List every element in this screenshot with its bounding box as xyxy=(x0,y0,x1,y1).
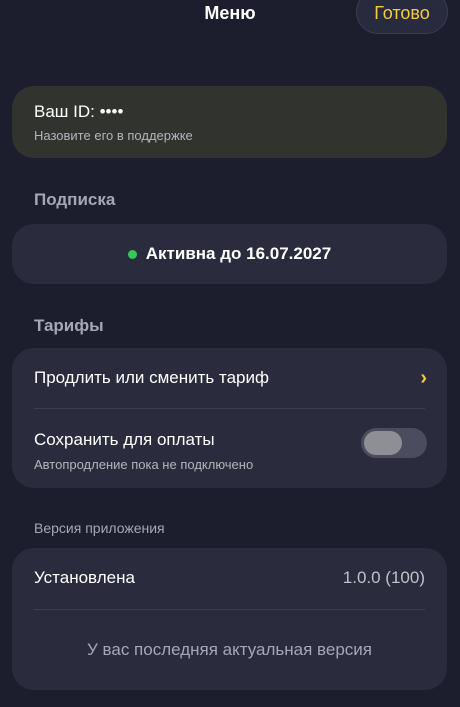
installed-version-row: Установлена 1.0.0 (100) xyxy=(34,548,425,608)
save-payment-toggle[interactable] xyxy=(361,428,427,458)
user-id-label: Ваш ID: •••• xyxy=(34,102,124,121)
user-id-card[interactable]: Ваш ID: •••• Назовите его в поддержке xyxy=(12,86,447,158)
change-tariff-row[interactable]: Продлить или сменить тариф › xyxy=(12,348,447,408)
installed-label: Установлена xyxy=(34,568,135,587)
installed-version-value: 1.0.0 (100) xyxy=(342,568,425,587)
change-tariff-label: Продлить или сменить тариф xyxy=(34,368,269,387)
divider xyxy=(34,408,425,409)
menu-screen: Меню Готово Ваш ID: •••• Назовите его в … xyxy=(0,0,460,707)
version-card: Установлена 1.0.0 (100) У вас последняя … xyxy=(12,548,447,690)
user-id-hint: Назовите его в поддержке xyxy=(34,128,193,143)
tariffs-card: Продлить или сменить тариф › Сохранить д… xyxy=(12,348,447,488)
status-dot-icon xyxy=(127,249,137,259)
version-section-title: Версия приложения xyxy=(34,520,165,536)
subscription-section-title: Подписка xyxy=(34,190,116,209)
tariffs-section-title: Тарифы xyxy=(34,316,104,335)
subscription-status: Активна до 16.07.2027 xyxy=(145,244,332,263)
subscription-status-card: Активна до 16.07.2027 xyxy=(12,224,447,284)
done-button[interactable]: Готово xyxy=(356,0,448,34)
save-payment-hint: Автопродление пока не подключено xyxy=(34,457,254,472)
chevron-right-icon: › xyxy=(420,366,427,389)
save-payment-row: Сохранить для оплаты Автопродление пока … xyxy=(12,420,447,480)
divider xyxy=(34,609,425,610)
toggle-knob xyxy=(364,431,402,455)
top-bar: Меню Готово xyxy=(0,0,460,40)
version-status-note: У вас последняя актуальная версия xyxy=(87,640,372,659)
